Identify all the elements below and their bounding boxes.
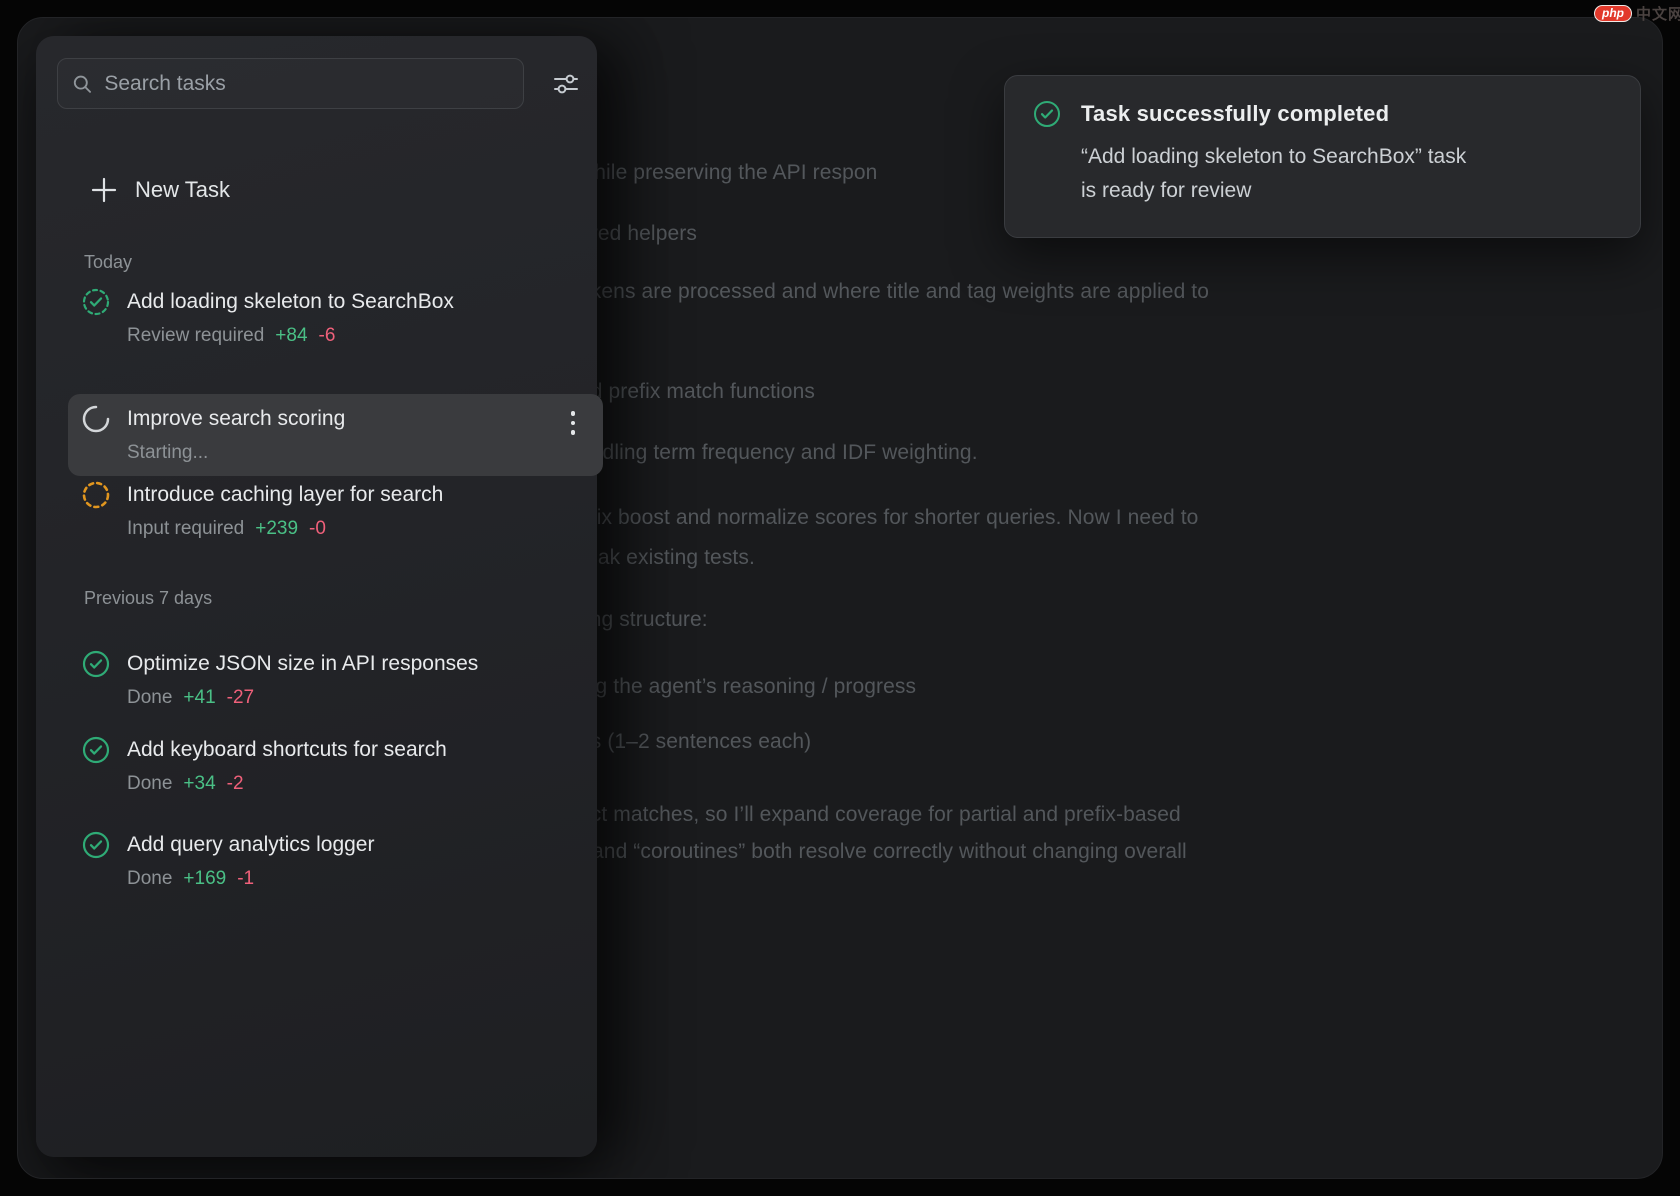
new-task-label: New Task xyxy=(135,177,230,203)
additions-count: +41 xyxy=(183,687,215,709)
bg-text-line: reak existing tests. xyxy=(579,546,755,570)
deletions-count: -27 xyxy=(227,687,254,709)
task-status: Done xyxy=(127,868,172,890)
task-title: Add keyboard shortcuts for search xyxy=(127,738,447,762)
task-row-improve-search-scoring[interactable]: Improve search scoring Starting... xyxy=(68,394,603,476)
new-task-button[interactable]: New Task xyxy=(90,176,230,204)
success-check-circle-icon xyxy=(1033,100,1061,128)
search-input[interactable] xyxy=(104,72,509,96)
bg-text-line: okens are processed and where title and … xyxy=(579,280,1209,304)
kebab-dot xyxy=(571,421,576,426)
task-title: Add query analytics logger xyxy=(127,833,374,857)
section-header-today: Today xyxy=(84,252,132,273)
bg-text-line: ing the agent’s reasoning / progress xyxy=(579,675,916,699)
screen: php 中文网 while preserving the API respon … xyxy=(0,0,1680,1196)
bg-text-line: andling term frequency and IDF weighting… xyxy=(579,441,978,465)
search-icon xyxy=(72,73,92,95)
app-window: while preserving the API respon ored hel… xyxy=(17,17,1663,1179)
kebab-dot xyxy=(571,411,576,416)
bg-text-line: es (1–2 sentences each) xyxy=(579,730,811,754)
sliders-icon xyxy=(553,71,579,97)
toast-task-completed[interactable]: Task successfully completed “Add loading… xyxy=(1004,75,1641,238)
pending-dashed-circle-icon xyxy=(82,481,110,509)
task-status: Input required xyxy=(127,518,244,540)
section-header-previous-7-days: Previous 7 days xyxy=(84,588,212,609)
task-row-optimize-json-size[interactable]: Optimize JSON size in API responses Done… xyxy=(82,650,582,709)
kebab-dot xyxy=(571,430,576,435)
task-status: Starting... xyxy=(127,442,208,464)
check-circle-icon xyxy=(82,736,110,764)
additions-count: +239 xyxy=(255,518,298,540)
spinner-icon xyxy=(82,405,110,433)
php-watermark-suffix: 中文网 xyxy=(1636,3,1680,24)
bg-text-line: ” and “coroutines” both resolve correctl… xyxy=(579,840,1187,864)
task-title: Improve search scoring xyxy=(127,407,345,431)
additions-count: +34 xyxy=(183,773,215,795)
deletions-count: -6 xyxy=(319,325,336,347)
toast-body-line2: is ready for review xyxy=(1081,174,1612,208)
deletions-count: -0 xyxy=(309,518,326,540)
php-watermark: php 中文网 xyxy=(1594,2,1680,24)
plus-icon xyxy=(90,176,118,204)
additions-count: +169 xyxy=(183,868,226,890)
task-menu-button[interactable] xyxy=(563,407,583,447)
task-status: Done xyxy=(127,773,172,795)
task-sidebar: New Task Today Add loading skeleton to S… xyxy=(36,36,597,1157)
bg-text-line: while preserving the API respon xyxy=(579,161,877,185)
task-title: Optimize JSON size in API responses xyxy=(127,652,478,676)
task-row-add-query-analytics[interactable]: Add query analytics logger Done +169 -1 xyxy=(82,831,582,890)
task-row-introduce-caching-layer[interactable]: Introduce caching layer for search Input… xyxy=(82,481,582,540)
task-title: Introduce caching layer for search xyxy=(127,483,443,507)
bg-text-line: nd prefix match functions xyxy=(579,380,815,404)
task-row-add-loading-skeleton[interactable]: Add loading skeleton to SearchBox Review… xyxy=(82,288,582,347)
check-circle-icon xyxy=(82,650,110,678)
bg-text-line: act matches, so I’ll expand coverage for… xyxy=(579,803,1181,827)
additions-count: +84 xyxy=(275,325,307,347)
task-status: Done xyxy=(127,687,172,709)
filter-button[interactable] xyxy=(553,71,579,97)
toast-title: Task successfully completed xyxy=(1081,101,1389,127)
check-dashed-circle-icon xyxy=(82,288,110,316)
task-title: Add loading skeleton to SearchBox xyxy=(127,290,454,314)
toast-body-line1: “Add loading skeleton to SearchBox” task xyxy=(1081,140,1612,174)
bg-text-line: efix boost and normalize scores for shor… xyxy=(579,506,1198,530)
php-logo: php xyxy=(1594,5,1632,22)
check-circle-icon xyxy=(82,831,110,859)
toast-body: “Add loading skeleton to SearchBox” task… xyxy=(1081,140,1612,208)
bg-text-line: ting structure: xyxy=(579,608,708,632)
task-row-add-keyboard-shortcuts[interactable]: Add keyboard shortcuts for search Done +… xyxy=(82,736,582,795)
deletions-count: -2 xyxy=(227,773,244,795)
deletions-count: -1 xyxy=(237,868,254,890)
search-box[interactable] xyxy=(57,58,524,109)
task-status: Review required xyxy=(127,325,264,347)
